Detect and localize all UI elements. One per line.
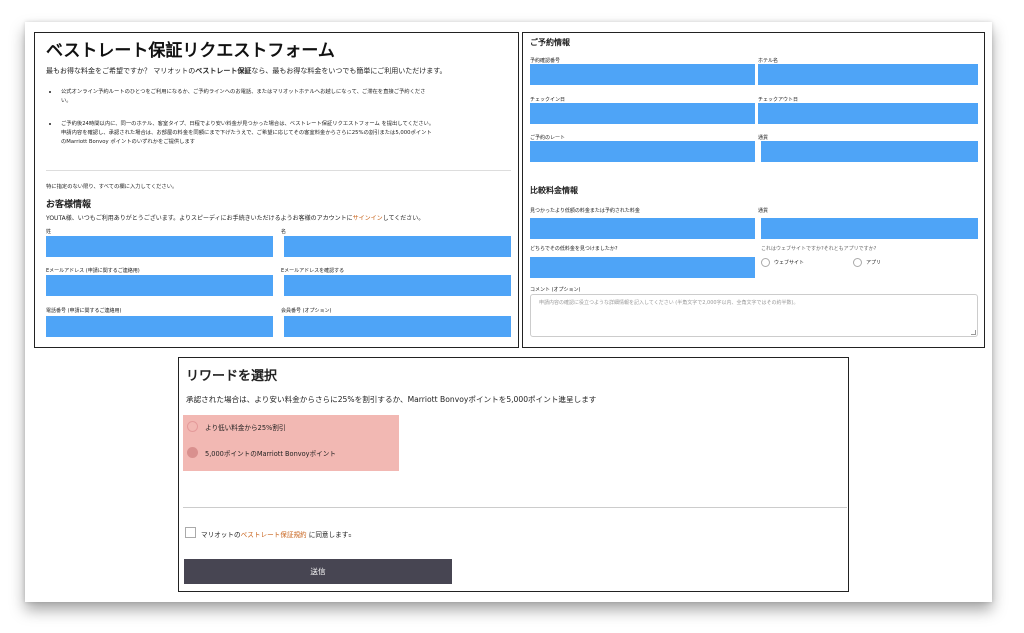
compare-heading: 比較料金情報 — [530, 186, 578, 195]
hotel-name-label: ホテル名 — [758, 58, 779, 64]
comment-textarea[interactable]: 申請内容の確認に役立つような詳細情報を記入してください (半角文字で2,000字… — [530, 294, 978, 337]
required-note: 特に指定のない限り、すべての欄に入力してください。 — [46, 184, 178, 190]
member-number-field[interactable] — [284, 316, 511, 337]
email-confirm-label: Eメールアドレスを確認する — [281, 268, 345, 274]
guest-message: YOUTA様、いつもご利用ありがとうございます。よりスピーディにお手続きいただけ… — [46, 215, 425, 222]
phone-label: 電話番号 (申請に関するご連絡用) — [46, 308, 122, 314]
check-in-label: チェックイン日 — [530, 97, 566, 103]
reservation-form-panel: ご予約情報 予約確認番号 ホテル名 チェックイン日 チェックアウト日 ご予約のレ… — [522, 32, 985, 348]
email-field[interactable] — [46, 275, 273, 296]
check-in-field[interactable] — [530, 103, 755, 124]
bullet-dot — [49, 123, 51, 125]
compare-currency-label: 通貨 — [758, 208, 769, 214]
points-option-label: 5,000ポイントのMarriott Bonvoyポイント — [205, 450, 336, 458]
email-label: Eメールアドレス (申請に関するご連絡用) — [46, 268, 140, 274]
bullet-text: 申請内容を確認し、承認された場合は、お部屋の料金を同額にまで下げたうえで、ご希望… — [61, 130, 432, 136]
last-name-label: 姓 — [46, 229, 52, 235]
discount-radio[interactable] — [187, 421, 198, 432]
section-divider — [46, 170, 511, 171]
found-rate-label: 見つかったより低額の料金または予約された料金 — [530, 208, 640, 214]
web-or-app-label: これはウェブサイトですか?それともアプリですか? — [761, 246, 877, 252]
agree-text: マリオットのベストレート保証規約 に同意します⧉ — [201, 531, 352, 539]
found-rate-field[interactable] — [530, 218, 755, 239]
terms-link[interactable]: ベストレート保証規約 — [241, 531, 307, 539]
first-name-label: 名 — [281, 229, 287, 235]
comment-placeholder: 申請内容の確認に役立つような詳細情報を記入してください (半角文字で2,000字… — [539, 300, 799, 306]
bullet-text: ご予約後24時間以内に、同一のホテル、客室タイプ、日程でより安い料金が見つかった… — [61, 121, 435, 127]
member-number-label: 会員番号 (オプション) — [281, 308, 332, 314]
bullet-text: のMarriott Bonvoy ポイントのいずれかをご提供します — [61, 139, 196, 145]
where-found-label: どちらでその低料金を見つけましたか? — [530, 246, 618, 252]
sign-in-link[interactable]: サインイン — [353, 215, 383, 222]
website-option-label: ウェブサイト — [774, 260, 805, 266]
email-confirm-field[interactable] — [284, 275, 511, 296]
compare-currency-field[interactable] — [761, 218, 978, 239]
app-radio[interactable] — [853, 258, 862, 267]
comment-label: コメント (オプション) — [530, 287, 581, 293]
reserved-rate-label: ご予約のレート — [530, 135, 566, 141]
external-link-icon: ⧉ — [348, 533, 352, 538]
resize-handle-icon[interactable] — [971, 330, 976, 335]
reward-description: 承認された場合は、より安い料金からさらに25%を割引するか、Marriott B… — [186, 395, 597, 404]
reward-heading: リワードを選択 — [186, 369, 278, 384]
where-found-field[interactable] — [530, 257, 755, 278]
bullet-dot — [49, 91, 51, 93]
currency-label: 通貨 — [758, 135, 769, 141]
submit-button[interactable]: 送信 — [184, 559, 452, 584]
confirmation-number-label: 予約確認番号 — [530, 58, 561, 64]
check-out-label: チェックアウト日 — [758, 97, 799, 103]
reward-divider — [183, 507, 847, 508]
confirmation-number-field[interactable] — [530, 64, 755, 85]
guest-heading: お客様情報 — [46, 200, 92, 210]
first-name-field[interactable] — [284, 236, 511, 257]
reserved-rate-field[interactable] — [530, 141, 755, 162]
app-option-label: アプリ — [866, 260, 882, 266]
page-title: ベストレート保証リクエストフォーム — [46, 41, 335, 61]
points-radio[interactable] — [187, 447, 198, 458]
bullet-text: 公式オンライン予約ルートのひとつをご利用になるか、ご予約ラインへのお電話、または… — [61, 89, 426, 95]
guest-form-panel: ベストレート保証リクエストフォーム 最もお得な料金をご希望ですか？ マリオットの… — [34, 32, 519, 348]
reward-panel: リワードを選択 承認された場合は、より安い料金からさらに25%を割引するか、Ma… — [178, 357, 849, 592]
discount-option-label: より低い料金から25%割引 — [205, 424, 286, 432]
check-out-field[interactable] — [758, 103, 978, 124]
website-radio[interactable] — [761, 258, 770, 267]
hotel-name-field[interactable] — [758, 64, 978, 85]
bullet-text: い。 — [61, 98, 72, 104]
intro-text: 最もお得な料金をご希望ですか？ マリオットのベストレート保証なら、最もお得な料金… — [46, 67, 447, 75]
agree-checkbox[interactable] — [185, 527, 196, 538]
reservation-heading: ご予約情報 — [530, 38, 570, 47]
phone-field[interactable] — [46, 316, 273, 337]
last-name-field[interactable] — [46, 236, 273, 257]
currency-field[interactable] — [761, 141, 978, 162]
